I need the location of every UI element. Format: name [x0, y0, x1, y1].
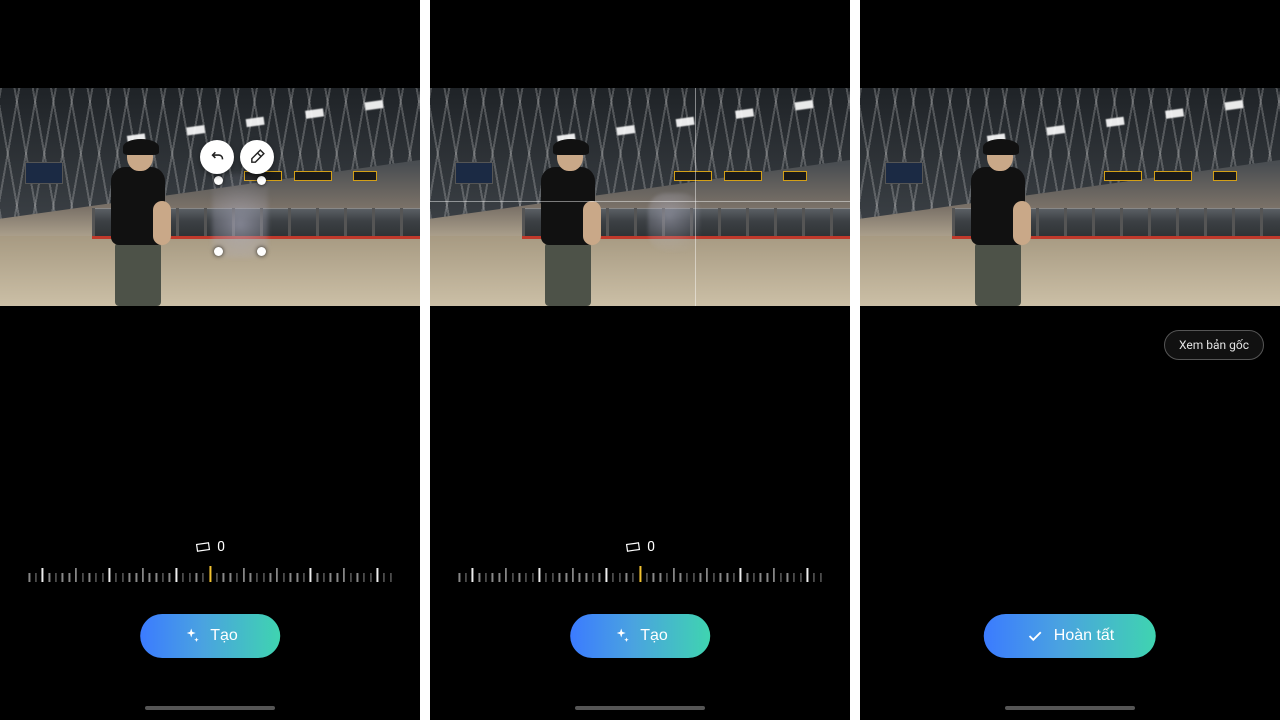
- resize-handle[interactable]: [214, 247, 223, 256]
- straighten-slider[interactable]: [458, 564, 821, 582]
- editor-panel-1: 0 Tạo: [0, 0, 420, 720]
- straighten-angle: 0: [430, 539, 850, 555]
- angle-value: 0: [647, 539, 655, 555]
- selection-box[interactable]: [218, 180, 262, 252]
- guide-horizontal: [430, 201, 850, 202]
- generate-button[interactable]: Tạo: [140, 614, 280, 658]
- photo-canvas[interactable]: [860, 88, 1280, 306]
- sparkle-icon: [182, 627, 200, 645]
- straighten-icon: [625, 539, 641, 555]
- straighten-angle: 0: [0, 539, 420, 555]
- home-indicator: [145, 706, 275, 710]
- resize-handle[interactable]: [214, 176, 223, 185]
- guide-vertical: [695, 88, 696, 306]
- generate-button[interactable]: Tạo: [570, 614, 710, 658]
- done-button[interactable]: Hoàn tất: [984, 614, 1156, 658]
- straighten-slider[interactable]: [28, 564, 391, 582]
- eraser-icon: [249, 148, 266, 165]
- photo-canvas[interactable]: [430, 88, 850, 306]
- undo-button[interactable]: [200, 140, 234, 174]
- check-icon: [1026, 627, 1044, 645]
- view-original-chip[interactable]: Xem bản gốc: [1164, 330, 1264, 360]
- editor-panel-2: 0 Tạo: [430, 0, 850, 720]
- chip-label: Xem bản gốc: [1179, 338, 1249, 352]
- button-label: Tạo: [640, 627, 668, 645]
- button-label: Tạo: [210, 627, 238, 645]
- resize-handle[interactable]: [257, 247, 266, 256]
- sparkle-icon: [612, 627, 630, 645]
- photo-canvas[interactable]: [0, 88, 420, 306]
- button-label: Hoàn tất: [1054, 627, 1114, 645]
- resize-handle[interactable]: [257, 176, 266, 185]
- erase-button[interactable]: [240, 140, 274, 174]
- editor-panel-3: Xem bản gốc Hoàn tất: [860, 0, 1280, 720]
- undo-icon: [209, 148, 226, 165]
- home-indicator: [1005, 706, 1135, 710]
- home-indicator: [575, 706, 705, 710]
- straighten-icon: [195, 539, 211, 555]
- angle-value: 0: [217, 539, 225, 555]
